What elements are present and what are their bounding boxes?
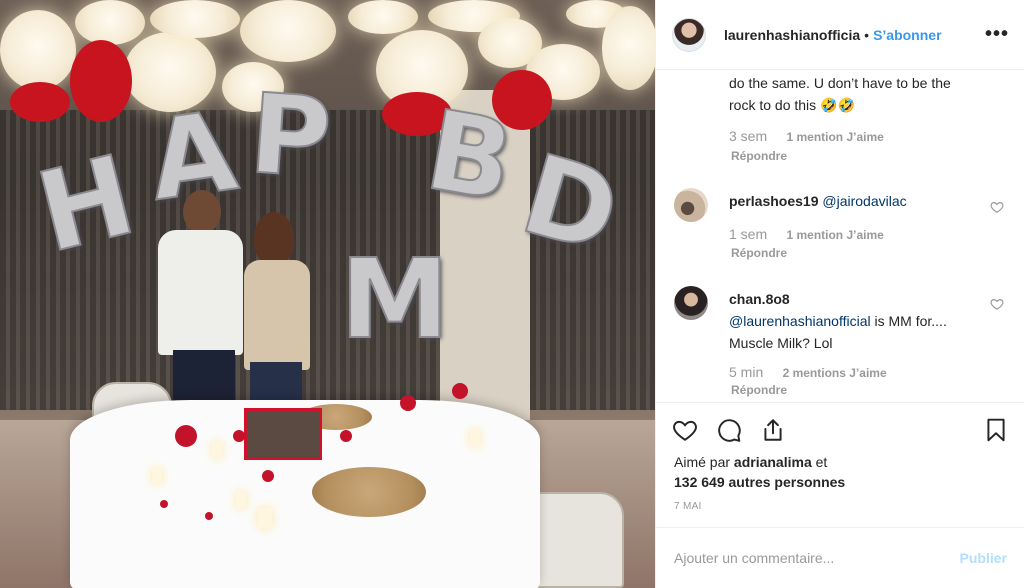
paper-lantern	[240, 0, 336, 62]
avatar[interactable]	[674, 286, 708, 320]
paper-lantern	[75, 0, 145, 45]
comment-mention[interactable]: @laurenhashianofficial	[729, 313, 871, 329]
comment-meta: 3 sem 1 mention J’aime	[729, 128, 884, 144]
rose	[160, 500, 168, 508]
share-icon[interactable]	[760, 417, 786, 443]
comment-meta: 1 sem 1 mention J’aime	[729, 226, 884, 242]
liked-by-others[interactable]: 132 649 autres personnes	[674, 474, 845, 490]
bookmark-icon[interactable]	[983, 417, 1009, 443]
avatar[interactable]	[674, 188, 708, 222]
comment-mention[interactable]: @jairodavilac	[822, 193, 906, 209]
post-header: laurenhashianofficia • S’abonner •••	[656, 0, 1024, 70]
rose	[233, 430, 245, 442]
paper-lantern	[348, 0, 418, 34]
comment-item: do the same. U don’t have to be the rock…	[674, 70, 1014, 180]
candle	[236, 492, 246, 508]
gift-box	[244, 408, 322, 460]
red-balloon	[70, 40, 132, 122]
paper-lantern	[150, 0, 240, 38]
liked-by-user[interactable]: adrianalima	[734, 454, 812, 470]
comment-time[interactable]: 3 sem	[729, 128, 767, 144]
comment-time[interactable]: 1 sem	[729, 226, 767, 242]
candle	[212, 442, 222, 458]
comment-time[interactable]: 5 min	[729, 364, 763, 380]
red-balloon	[10, 82, 70, 122]
rose	[400, 395, 416, 411]
person-man	[158, 190, 243, 420]
rose	[262, 470, 274, 482]
comment-list[interactable]: do the same. U don’t have to be the rock…	[656, 70, 1024, 402]
reply-button[interactable]: Répondre	[731, 149, 787, 163]
placemat	[312, 467, 426, 517]
candle	[152, 468, 162, 484]
post-photo[interactable]: H A P B D M	[0, 0, 655, 588]
like-summary: Aimé par adrianalima et 132 649 autres p…	[674, 452, 845, 492]
paper-lantern	[0, 10, 76, 90]
avatar[interactable]	[672, 17, 706, 52]
comment-username[interactable]: perlashoes19	[729, 193, 819, 209]
comment-item: perlashoes19 @jairodavilac 1 sem 1 menti…	[674, 188, 1014, 278]
rose	[205, 512, 213, 520]
comment-item: chan.8o8 @laurenhashianofficial is MM fo…	[674, 286, 1014, 401]
comment-like-count[interactable]: 2 mentions J’aime	[783, 366, 887, 380]
comment-like-count[interactable]: 1 mention J’aime	[786, 228, 883, 242]
heart-icon[interactable]	[672, 417, 698, 443]
heart-icon[interactable]	[990, 200, 1004, 214]
paper-lantern	[602, 6, 655, 90]
comment-icon[interactable]	[716, 417, 742, 443]
comment-username[interactable]: chan.8o8	[729, 291, 790, 307]
person-woman	[240, 212, 312, 412]
foil-balloon-m: M	[339, 234, 450, 364]
rose	[340, 430, 352, 442]
reply-button[interactable]: Répondre	[731, 246, 787, 260]
post-actions	[656, 402, 1024, 456]
post-date[interactable]: 7 MAI	[674, 501, 702, 512]
comment-meta: 5 min 2 mentions J’aime	[729, 364, 887, 380]
follow-button[interactable]: S’abonner	[873, 27, 941, 43]
foil-balloon-p: P	[245, 68, 336, 203]
publish-button[interactable]: Publier	[960, 550, 1007, 566]
comment-text: do the same. U don’t have to be the rock…	[729, 75, 951, 113]
heart-icon[interactable]	[990, 297, 1004, 311]
rose	[175, 425, 197, 447]
rose	[452, 383, 468, 399]
post-author-username[interactable]: laurenhashianofficia	[724, 27, 860, 43]
candle	[258, 508, 272, 528]
comment-composer: Publier	[656, 527, 1024, 588]
comment-text: chan.8o8 @laurenhashianofficial is MM fo…	[729, 288, 974, 354]
like-prefix: Aimé par	[674, 454, 734, 470]
comment-like-count[interactable]: 1 mention J’aime	[786, 130, 883, 144]
reply-button[interactable]: Répondre	[731, 383, 787, 397]
separator-dot: •	[864, 26, 870, 43]
post-sidebar: laurenhashianofficia • S’abonner ••• do …	[655, 0, 1024, 588]
like-connector: et	[811, 454, 828, 470]
more-options-icon[interactable]: •••	[985, 23, 1009, 46]
comment-input[interactable]	[674, 550, 960, 566]
candle	[470, 430, 480, 446]
comment-text: perlashoes19 @jairodavilac	[729, 190, 974, 212]
